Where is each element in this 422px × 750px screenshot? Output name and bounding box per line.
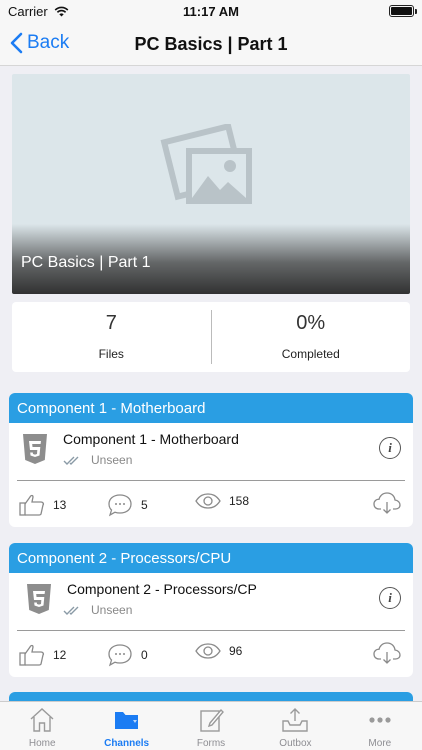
double-check-icon (63, 456, 79, 465)
home-icon (30, 708, 54, 732)
files-label: Files (98, 347, 124, 361)
status-bar: Carrier 11:17 AM (0, 0, 422, 22)
folder-icon (114, 712, 138, 729)
seen-status: Unseen (63, 603, 132, 617)
comment-count: 5 (141, 498, 148, 512)
info-icon[interactable]: i (379, 437, 401, 459)
tab-channels[interactable]: Channels (84, 702, 168, 750)
card-header: Component 1 - Motherboard (9, 393, 413, 423)
clock: 11:17 AM (183, 4, 239, 19)
tab-label: More (368, 738, 392, 749)
double-check-icon (63, 606, 79, 615)
thumbs-up-icon (19, 494, 45, 516)
view-count: 96 (229, 644, 243, 658)
html5-file-icon (27, 584, 51, 614)
view-count: 158 (229, 494, 250, 508)
card-body[interactable]: Component 1 - Motherboard Unseen i (17, 423, 405, 481)
views-stat: 96 (195, 643, 242, 659)
thumbs-up-icon (19, 644, 45, 666)
battery-icon (389, 5, 417, 17)
tab-outbox[interactable]: Outbox (253, 702, 337, 750)
tab-label: Channels (104, 738, 150, 749)
eye-icon (195, 493, 221, 509)
like-count: 12 (53, 648, 67, 662)
more-icon (369, 717, 391, 723)
like-button[interactable]: 12 (19, 643, 66, 667)
form-edit-icon (200, 708, 224, 732)
card-body[interactable]: Component 2 - Processors/CP Unseen i (17, 573, 405, 631)
card-footer: 13 5 158 (9, 481, 413, 527)
file-card[interactable]: Component 1 - Motherboard Component 1 - … (9, 393, 413, 527)
tab-bar: Home Channels Forms Outbox More (0, 701, 422, 750)
like-button[interactable]: 13 (19, 493, 66, 517)
tab-label: Outbox (279, 738, 312, 749)
tab-more[interactable]: More (338, 702, 422, 750)
views-stat: 158 (195, 493, 249, 509)
seen-status: Unseen (63, 453, 132, 467)
files-count: 7 (105, 312, 117, 334)
comment-button[interactable]: 0 (107, 643, 148, 667)
completed-stat: 0% Completed (212, 302, 411, 372)
comment-icon (108, 644, 132, 667)
like-count: 13 (53, 498, 67, 512)
cover-title: PC Basics | Part 1 (21, 254, 151, 271)
cloud-download-icon[interactable] (373, 491, 401, 515)
file-title: Component 2 - Processors/CP (67, 581, 257, 597)
tab-label: Forms (196, 738, 226, 749)
comment-button[interactable]: 5 (107, 493, 148, 517)
files-stat: 7 Files (12, 302, 211, 372)
card-header: Component 2 - Processors/CPU (9, 543, 413, 573)
completed-label: Completed (281, 347, 340, 361)
outbox-icon (282, 708, 309, 732)
tab-label: Home (28, 738, 56, 749)
seen-label: Unseen (91, 603, 133, 617)
eye-icon (195, 643, 221, 659)
tab-home[interactable]: Home (0, 702, 84, 750)
page-title: PC Basics | Part 1 (134, 34, 288, 54)
comment-icon (108, 494, 132, 517)
html5-file-icon (23, 434, 47, 464)
channel-stats: 7 Files 0% Completed (12, 302, 410, 372)
navigation-bar: Back PC Basics | Part 1 (0, 22, 422, 66)
info-icon[interactable]: i (379, 587, 401, 609)
comment-count: 0 (141, 648, 148, 662)
cloud-download-icon[interactable] (373, 641, 401, 665)
tab-forms[interactable]: Forms (169, 702, 253, 750)
channel-cover-image: PC Basics | Part 1 (12, 74, 410, 294)
completed-percent: 0% (296, 312, 326, 334)
card-footer: 12 0 96 (9, 631, 413, 677)
file-title: Component 1 - Motherboard (63, 431, 239, 447)
seen-label: Unseen (91, 453, 133, 467)
image-placeholder-icon (160, 124, 252, 204)
file-card[interactable]: Component 2 - Processors/CPU Component 2… (9, 543, 413, 677)
